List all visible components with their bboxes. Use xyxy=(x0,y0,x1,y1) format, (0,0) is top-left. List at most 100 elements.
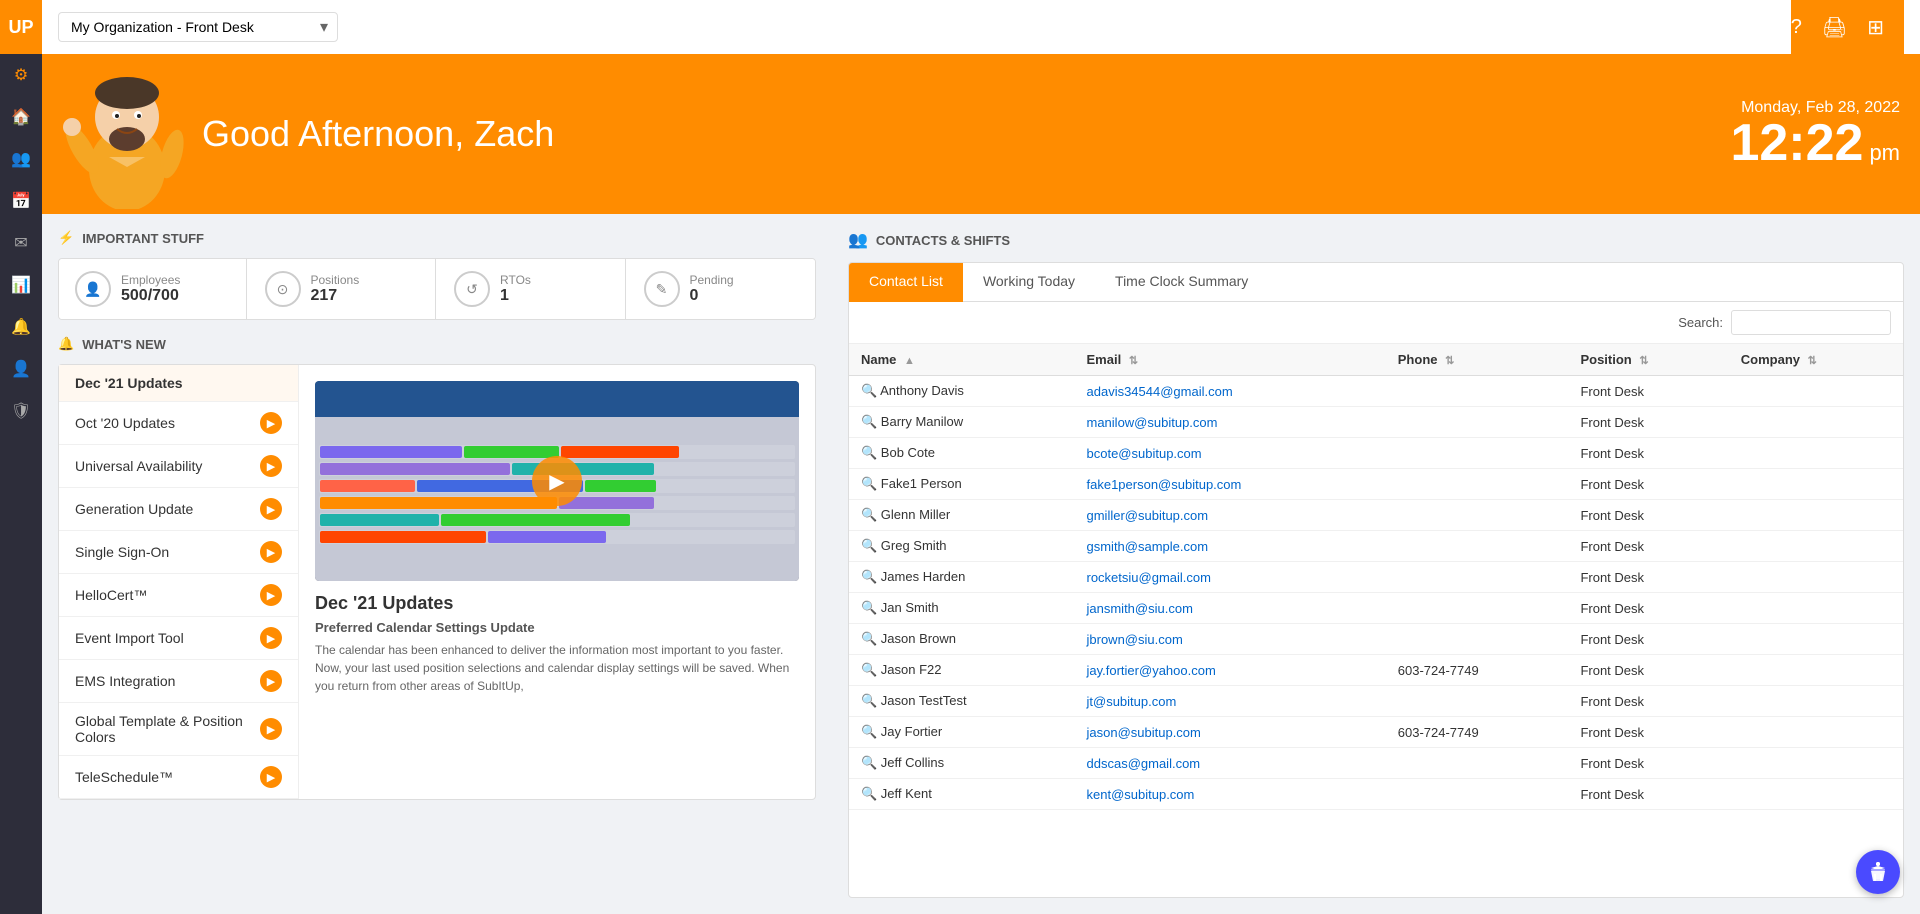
col-email[interactable]: Email ⇅ xyxy=(1075,344,1386,376)
row-search-icon[interactable]: 🔍 xyxy=(861,631,877,646)
table-row[interactable]: 🔍 Anthony Davis adavis34544@gmail.com Fr… xyxy=(849,376,1903,407)
table-row[interactable]: 🔍 Barry Manilow manilow@subitup.com Fron… xyxy=(849,407,1903,438)
help-button[interactable]: ? xyxy=(1791,16,1802,39)
email-link[interactable]: manilow@subitup.com xyxy=(1087,415,1218,430)
sidebar-item-reports[interactable]: 📊 xyxy=(0,264,42,306)
news-item-universal-avail[interactable]: Universal Availability ▶ xyxy=(59,445,298,488)
news-list: Dec '21 Updates Oct '20 Updates ▶ Univer… xyxy=(59,365,298,799)
row-search-icon[interactable]: 🔍 xyxy=(861,507,877,522)
email-link[interactable]: bcote@subitup.com xyxy=(1087,446,1202,461)
video-description: The calendar has been enhanced to delive… xyxy=(315,641,799,695)
cell-position: Front Desk xyxy=(1568,469,1728,500)
email-link[interactable]: jt@subitup.com xyxy=(1087,694,1177,709)
table-row[interactable]: 🔍 Jeff Collins ddscas@gmail.com Front De… xyxy=(849,748,1903,779)
table-row[interactable]: 🔍 Jeff Kent kent@subitup.com Front Desk xyxy=(849,779,1903,810)
news-arrow-9: ▶ xyxy=(260,766,282,788)
email-link[interactable]: jansmith@siu.com xyxy=(1087,601,1193,616)
email-link[interactable]: fake1person@subitup.com xyxy=(1087,477,1242,492)
org-selector[interactable]: My Organization - Front Desk xyxy=(58,12,338,42)
app-logo[interactable]: UP xyxy=(0,0,42,54)
search-input[interactable] xyxy=(1731,310,1891,335)
bolt-icon: ⚡ xyxy=(58,230,74,246)
tab-contact-list[interactable]: Contact List xyxy=(849,263,963,302)
sidebar-item-users[interactable]: 👥 xyxy=(0,138,42,180)
tab-time-clock[interactable]: Time Clock Summary xyxy=(1095,263,1268,302)
cell-name: 🔍 Jason TestTest xyxy=(849,686,1075,717)
col-phone[interactable]: Phone ⇅ xyxy=(1386,344,1569,376)
row-search-icon[interactable]: 🔍 xyxy=(861,600,877,615)
tab-working-today[interactable]: Working Today xyxy=(963,263,1095,302)
table-row[interactable]: 🔍 Glenn Miller gmiller@subitup.com Front… xyxy=(849,500,1903,531)
row-search-icon[interactable]: 🔍 xyxy=(861,414,877,429)
table-row[interactable]: 🔍 Jason F22 jay.fortier@yahoo.com 603-72… xyxy=(849,655,1903,686)
email-link[interactable]: gmiller@subitup.com xyxy=(1087,508,1209,523)
email-link[interactable]: ddscas@gmail.com xyxy=(1087,756,1201,771)
news-item-global-template[interactable]: Global Template & Position Colors ▶ xyxy=(59,703,298,756)
row-search-icon[interactable]: 🔍 xyxy=(861,476,877,491)
news-item-oct20[interactable]: Oct '20 Updates ▶ xyxy=(59,402,298,445)
news-item-dec21[interactable]: Dec '21 Updates xyxy=(59,365,298,402)
stat-rtos[interactable]: ↺ RTOs 1 xyxy=(438,259,626,319)
table-row[interactable]: 🔍 Jan Smith jansmith@siu.com Front Desk xyxy=(849,593,1903,624)
col-company[interactable]: Company ⇅ xyxy=(1729,344,1903,376)
sidebar-item-messages[interactable]: ✉ xyxy=(0,222,42,264)
contacts-tbody: 🔍 Anthony Davis adavis34544@gmail.com Fr… xyxy=(849,376,1903,810)
sidebar-item-calendar[interactable]: 📅 xyxy=(0,180,42,222)
table-row[interactable]: 🔍 Greg Smith gsmith@sample.com Front Des… xyxy=(849,531,1903,562)
news-sidebar: Dec '21 Updates Oct '20 Updates ▶ Univer… xyxy=(59,365,299,799)
search-label: Search: xyxy=(1678,315,1723,330)
row-search-icon[interactable]: 🔍 xyxy=(861,383,877,398)
row-search-icon[interactable]: 🔍 xyxy=(861,445,877,460)
name-sort-icon: ▲ xyxy=(904,355,915,367)
table-row[interactable]: 🔍 Jason Brown jbrown@siu.com Front Desk xyxy=(849,624,1903,655)
stat-positions[interactable]: ⊙ Positions 217 xyxy=(249,259,437,319)
table-row[interactable]: 🔍 Jay Fortier jason@subitup.com 603-724-… xyxy=(849,717,1903,748)
row-search-icon[interactable]: 🔍 xyxy=(861,538,877,553)
stat-pending[interactable]: ✎ Pending 0 xyxy=(628,259,816,319)
grid-button[interactable]: ⊞ xyxy=(1867,15,1884,40)
email-link[interactable]: jbrown@siu.com xyxy=(1087,632,1183,647)
row-search-icon[interactable]: 🔍 xyxy=(861,662,877,677)
topbar: My Organization - Front Desk ? 🖨 ⊞ xyxy=(42,0,1920,54)
cell-position: Front Desk xyxy=(1568,376,1728,407)
sidebar-item-settings[interactable]: ⚙ xyxy=(0,54,42,96)
row-search-icon[interactable]: 🔍 xyxy=(861,724,877,739)
video-thumbnail[interactable]: ▶ xyxy=(315,381,799,581)
pending-icon: ✎ xyxy=(644,271,680,307)
row-search-icon[interactable]: 🔍 xyxy=(861,755,877,770)
row-search-icon[interactable]: 🔍 xyxy=(861,693,877,708)
accessibility-button[interactable] xyxy=(1856,850,1900,894)
news-item-ems[interactable]: EMS Integration ▶ xyxy=(59,660,298,703)
col-position[interactable]: Position ⇅ xyxy=(1568,344,1728,376)
email-link[interactable]: adavis34544@gmail.com xyxy=(1087,384,1233,399)
org-selector-wrap[interactable]: My Organization - Front Desk xyxy=(58,12,338,42)
news-content-body: Dec '21 Updates Oct '20 Updates ▶ Univer… xyxy=(59,365,815,799)
news-item-hellocert[interactable]: HelloCert™ ▶ xyxy=(59,574,298,617)
cell-phone xyxy=(1386,500,1569,531)
row-search-icon[interactable]: 🔍 xyxy=(861,569,877,584)
table-row[interactable]: 🔍 James Harden rocketsiu@gmail.com Front… xyxy=(849,562,1903,593)
print-button[interactable]: 🖨 xyxy=(1822,15,1847,40)
cell-phone xyxy=(1386,407,1569,438)
sidebar-item-admin[interactable]: 🛡 xyxy=(0,390,42,432)
video-play-button[interactable]: ▶ xyxy=(532,456,582,506)
sidebar-item-home[interactable]: 🏠 xyxy=(0,96,42,138)
col-name[interactable]: Name ▲ xyxy=(849,344,1075,376)
news-item-gen-update[interactable]: Generation Update ▶ xyxy=(59,488,298,531)
email-link[interactable]: rocketsiu@gmail.com xyxy=(1087,570,1211,585)
table-row[interactable]: 🔍 Jason TestTest jt@subitup.com Front De… xyxy=(849,686,1903,717)
news-item-sso[interactable]: Single Sign-On ▶ xyxy=(59,531,298,574)
stat-employees[interactable]: 👤 Employees 500/700 xyxy=(59,259,247,319)
email-link[interactable]: jay.fortier@yahoo.com xyxy=(1087,663,1216,678)
table-row[interactable]: 🔍 Bob Cote bcote@subitup.com Front Desk xyxy=(849,438,1903,469)
table-row[interactable]: 🔍 Fake1 Person fake1person@subitup.com F… xyxy=(849,469,1903,500)
row-search-icon[interactable]: 🔍 xyxy=(861,786,877,801)
sidebar-item-profile[interactable]: 👤 xyxy=(0,348,42,390)
news-item-teleschedule[interactable]: TeleSchedule™ ▶ xyxy=(59,756,298,799)
email-link[interactable]: jason@subitup.com xyxy=(1087,725,1201,740)
news-item-event-import[interactable]: Event Import Tool ▶ xyxy=(59,617,298,660)
email-link[interactable]: gsmith@sample.com xyxy=(1087,539,1209,554)
news-item-label-8: Global Template & Position Colors xyxy=(75,713,260,745)
email-link[interactable]: kent@subitup.com xyxy=(1087,787,1195,802)
sidebar-item-notifications[interactable]: 🔔 xyxy=(0,306,42,348)
